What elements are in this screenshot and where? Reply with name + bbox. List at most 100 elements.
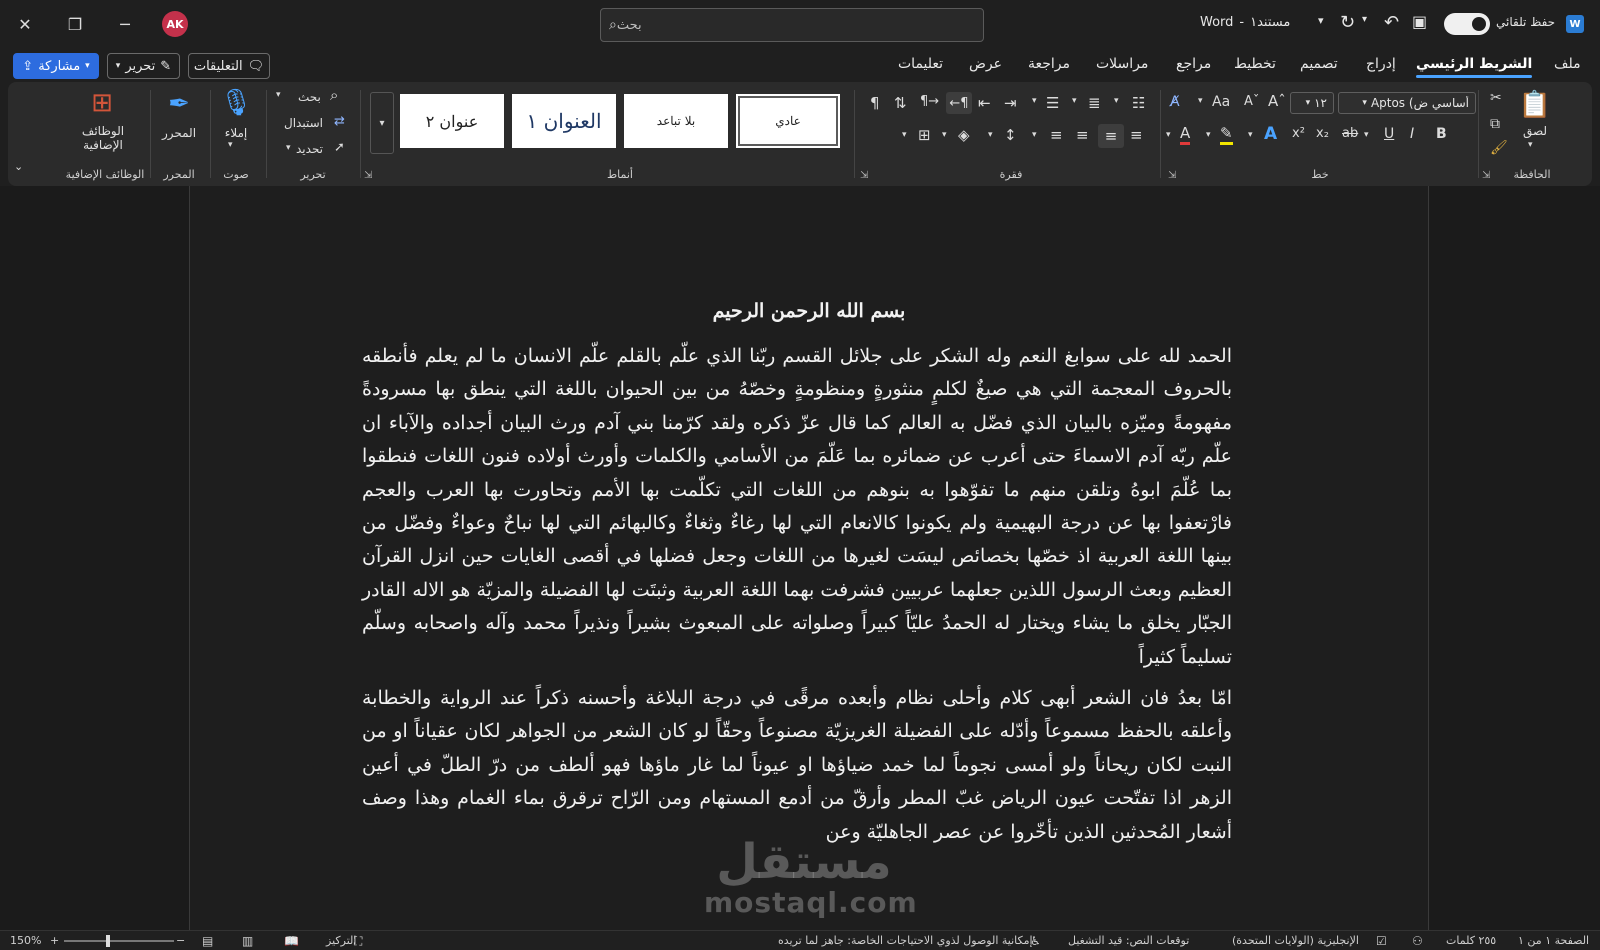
italic-icon[interactable]: I <box>1410 126 1414 142</box>
tab-mailings[interactable]: مراسلات <box>1096 56 1148 72</box>
shading-icon[interactable]: ◈ <box>958 126 970 144</box>
cursor-select-icon[interactable]: ➚ <box>334 140 345 155</box>
change-case-icon[interactable]: Aa <box>1212 94 1230 110</box>
format-painter-icon[interactable]: 🖌 <box>1490 140 1508 156</box>
tab-view[interactable]: عرض <box>969 56 1002 72</box>
chevron-down-icon[interactable]: ▾ <box>1032 96 1037 106</box>
select-button-label[interactable]: تحديد <box>296 142 323 156</box>
zoom-percent[interactable]: 150% <box>10 934 41 947</box>
font-size-select[interactable]: ▾ ١٢ <box>1290 92 1334 114</box>
chevron-down-icon[interactable]: ▾ <box>276 90 281 100</box>
collapse-ribbon-icon[interactable]: ⌄ <box>14 160 23 173</box>
editing-mode-button[interactable]: ▾ تحرير ✎ <box>107 53 180 79</box>
redo-dropdown-icon[interactable]: ▾ <box>1362 14 1367 25</box>
decrease-indent-icon[interactable]: ⇥ <box>1004 94 1017 112</box>
chevron-down-icon[interactable]: ▾ <box>1528 140 1533 150</box>
addins-icon[interactable]: ⊞ <box>86 88 118 118</box>
undo-icon[interactable]: ↶ <box>1384 12 1399 33</box>
share-button[interactable]: ⇪ مشاركة ▾ <box>13 53 99 79</box>
borders-icon[interactable]: ⊞ <box>918 126 931 144</box>
autosave-toggle[interactable] <box>1444 13 1490 35</box>
copy-icon[interactable]: ⧉ <box>1490 116 1500 132</box>
dictate-button-label[interactable]: إملاء <box>212 126 260 140</box>
increase-indent-icon[interactable]: ⇤ <box>978 94 991 112</box>
style-normal-card[interactable]: عادي <box>736 94 840 148</box>
style-nospacing-card[interactable]: بلا تباعد <box>624 94 728 148</box>
find-icon[interactable]: ⌕ <box>330 86 338 104</box>
avatar[interactable]: AK <box>162 11 188 37</box>
web-layout-icon[interactable]: ▤ <box>202 934 213 948</box>
subscript-icon[interactable]: x₂ <box>1316 126 1329 141</box>
tab-insert[interactable]: إدراج <box>1366 56 1396 72</box>
bullet-list-icon[interactable]: ☷ <box>1132 94 1145 112</box>
tab-review[interactable]: مراجعة <box>1028 56 1070 72</box>
paragraph-1[interactable]: الحمد لله على سوابغ النعم وله الشكر على … <box>362 340 1232 674</box>
page-count[interactable]: الصفحة ١ من ١ <box>1518 934 1589 947</box>
document-page[interactable]: بسم الله الرحمن الرحيم الحمد لله على سوا… <box>189 186 1429 930</box>
paragraph-2[interactable]: امّا بعدُ فان الشعر أبهى كلام وأحلى نظام… <box>362 682 1232 849</box>
justify-icon[interactable]: ≡ <box>1050 126 1063 144</box>
font-name-select[interactable]: ▾ Aptos (أساسي ض <box>1338 92 1476 114</box>
rtl-direction-icon[interactable]: ←¶ <box>946 92 972 114</box>
align-center-icon[interactable]: ≡ <box>1098 124 1124 148</box>
replace-icon[interactable]: ⇄ <box>334 114 345 129</box>
minimize-icon[interactable]: ─ <box>112 11 138 37</box>
replace-button-label[interactable]: استبدال <box>284 116 323 130</box>
chevron-down-icon[interactable]: ▾ <box>1032 130 1037 140</box>
proofing-icon[interactable]: ☑ <box>1376 934 1387 948</box>
style-heading2-card[interactable]: عنوان ٢ <box>400 94 504 148</box>
chevron-down-icon[interactable]: ▾ <box>1364 130 1369 140</box>
read-mode-icon[interactable]: 📖 <box>284 934 299 948</box>
chevron-down-icon[interactable]: ▾ <box>1114 96 1119 106</box>
chevron-down-icon[interactable]: ▾ <box>1198 96 1203 106</box>
text-effects-icon[interactable]: A <box>1264 124 1277 144</box>
restore-icon[interactable]: ❐ <box>62 11 88 37</box>
zoom-slider-thumb[interactable] <box>106 935 110 947</box>
chevron-down-icon[interactable]: ▾ <box>942 130 947 140</box>
pilcrow-icon[interactable]: ¶ <box>870 94 880 112</box>
zoom-slider-track[interactable] <box>64 940 174 942</box>
text-predictions-status[interactable]: توقعات النص: قيد التشغيل <box>1068 934 1189 947</box>
addins-button-label[interactable]: الوظائف الإضافية <box>66 124 140 152</box>
style-heading1-card[interactable]: العنوان ١ <box>512 94 616 148</box>
zoom-in-icon[interactable]: + <box>50 934 59 947</box>
accessibility-assistant-icon[interactable]: ⚇ <box>1412 934 1423 948</box>
save-icon[interactable]: ▣ <box>1412 12 1427 31</box>
chevron-down-icon[interactable]: ▾ <box>286 143 291 153</box>
document-title[interactable]: بسم الله الرحمن الرحيم <box>190 300 1428 322</box>
zoom-out-icon[interactable]: − <box>176 934 185 947</box>
bold-icon[interactable]: B <box>1436 126 1447 142</box>
accessibility-icon[interactable]: ♿ <box>1030 934 1041 948</box>
chevron-down-icon[interactable]: ▾ <box>1072 96 1077 106</box>
highlight-icon[interactable]: ✎ <box>1220 124 1233 145</box>
document-canvas[interactable]: بسم الله الرحمن الرحيم الحمد لله على سوا… <box>0 186 1600 930</box>
chevron-down-icon[interactable]: ▾ <box>988 130 993 140</box>
tab-help[interactable]: تعليمات <box>898 56 943 72</box>
redo-icon[interactable]: ↻ <box>1340 12 1355 33</box>
close-icon[interactable]: ✕ <box>12 11 38 37</box>
search-box[interactable]: بحث ⌕ <box>600 8 984 42</box>
tab-layout[interactable]: تخطيط <box>1234 56 1276 72</box>
chevron-down-icon[interactable]: ▾ <box>902 130 907 140</box>
align-right-icon[interactable]: ≡ <box>1130 126 1143 144</box>
word-count[interactable]: ٢٥٥ كلمات <box>1446 934 1496 947</box>
superscript-icon[interactable]: x² <box>1292 126 1305 141</box>
paste-icon[interactable]: 📋 <box>1518 88 1552 122</box>
editing-launcher-icon[interactable]: ⇲ <box>364 170 372 181</box>
ltr-direction-icon[interactable]: ¶→ <box>920 94 939 109</box>
align-left-icon[interactable]: ≡ <box>1076 126 1089 144</box>
multilevel-list-icon[interactable]: ☰ <box>1046 94 1059 112</box>
sort-icon[interactable]: ⇅ <box>894 94 907 112</box>
font-color-icon[interactable]: A <box>1180 124 1191 145</box>
tab-design[interactable]: تصميم <box>1300 56 1338 72</box>
find-button-label[interactable]: بحث <box>298 90 321 104</box>
comments-button[interactable]: التعليقات 🗨 <box>188 53 270 79</box>
styles-gallery-more-icon[interactable]: ▾ <box>370 92 394 154</box>
focus-label[interactable]: التركيز <box>326 934 356 947</box>
chevron-down-icon[interactable]: ▾ <box>1206 130 1211 140</box>
cut-icon[interactable]: ✂ <box>1490 90 1502 106</box>
editor-button-label[interactable]: المحرر <box>152 126 206 140</box>
line-spacing-icon[interactable]: ↕ <box>1004 126 1017 144</box>
chevron-down-icon[interactable]: ▾ <box>228 140 233 150</box>
font-launcher-icon[interactable]: ⇲ <box>1482 170 1490 181</box>
